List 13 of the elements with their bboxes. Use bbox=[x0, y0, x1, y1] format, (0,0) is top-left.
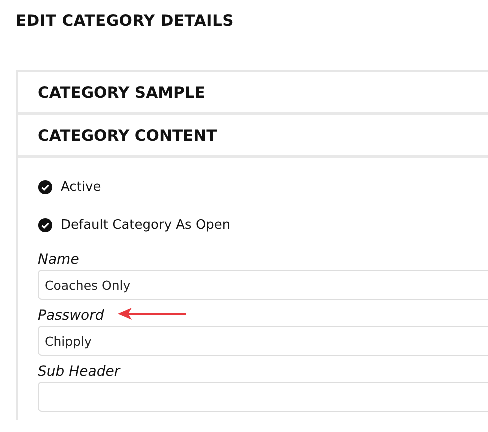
checkbox[interactable] bbox=[38, 218, 53, 232]
field-label: Name bbox=[38, 252, 80, 268]
section-header[interactable]: CATEGORY CONTENT bbox=[18, 115, 488, 158]
section-header[interactable]: CATEGORY SAMPLE bbox=[18, 72, 488, 115]
page-title: EDIT CATEGORY DETAILS bbox=[16, 12, 235, 30]
text-field[interactable] bbox=[38, 382, 488, 412]
checkbox-label: Default Category As Open bbox=[61, 218, 231, 232]
text-field[interactable]: Chipply bbox=[38, 326, 488, 356]
checkbox-label: Active bbox=[61, 180, 102, 194]
text-field[interactable]: Coaches Only bbox=[38, 270, 488, 300]
checkbox[interactable] bbox=[38, 180, 53, 194]
field-label: Password bbox=[38, 308, 104, 324]
field-label: Sub Header bbox=[38, 364, 120, 380]
